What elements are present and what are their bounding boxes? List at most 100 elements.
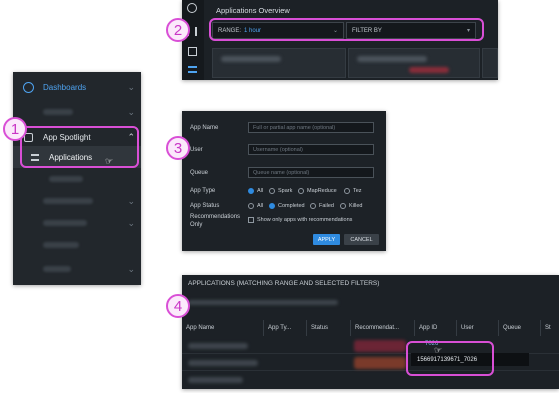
callout-4: 4 (166, 294, 190, 318)
column-header-app-id[interactable]: App ID (415, 320, 457, 336)
column-header-app-name[interactable]: App Name (182, 320, 264, 336)
app-name-input[interactable]: Full or partial app name (optional) (248, 122, 374, 133)
recommendations-label: Recommendations (190, 214, 241, 220)
blurred-subtitle (188, 300, 338, 305)
blurred-label (221, 56, 281, 62)
callout-2: 2 (166, 18, 190, 42)
option-label: MapReduce (307, 188, 337, 194)
column-label: Status (311, 325, 329, 331)
column-header-app-type[interactable]: App Ty... (264, 320, 307, 336)
chevron-down-icon: ⌄ (127, 106, 135, 117)
option-label: All (257, 188, 264, 194)
app-type-option-all[interactable]: All (248, 188, 263, 194)
app-name-label: App Name (190, 125, 219, 131)
sidebar-panel: Dashboards ⌄ ⌄ App Spotlight ⌃ Applicati… (13, 72, 141, 285)
page-title: Applications Overview (216, 6, 290, 15)
blurred-label (49, 176, 83, 182)
radio-icon (248, 203, 254, 209)
app-type-option-spark[interactable]: Spark (269, 188, 292, 194)
filter-panel: App Name Full or partial app name (optio… (182, 111, 386, 251)
column-header-status[interactable]: Status (307, 320, 351, 336)
recommendations-checkbox[interactable]: Show only apps with recommendations (248, 217, 352, 223)
blurred-cell (188, 377, 243, 383)
radio-selected-icon (248, 188, 254, 194)
column-header-start[interactable]: St (541, 320, 559, 336)
app-status-option-killed[interactable]: Killed (340, 203, 362, 209)
blurred-label (43, 242, 79, 248)
highlight-box (406, 341, 494, 376)
summary-tile (482, 48, 498, 78)
table-row[interactable]: 7026 (182, 338, 559, 354)
blurred-cell (188, 343, 248, 349)
app-type-option-mapreduce[interactable]: MapReduce (298, 188, 337, 194)
column-label: St (545, 325, 551, 331)
app-status-option-all[interactable]: All (248, 203, 263, 209)
blurred-label (43, 220, 87, 226)
option-label: Killed (349, 203, 363, 209)
column-header-user[interactable]: User (457, 320, 499, 336)
app-status-option-failed[interactable]: Failed (310, 203, 334, 209)
blurred-label (43, 109, 73, 115)
queue-label: Queue (190, 170, 209, 176)
sidebar-item-dashboards[interactable]: Dashboards ⌄ (13, 76, 141, 98)
radio-icon (340, 203, 346, 209)
apply-button[interactable]: APPLY (313, 234, 340, 245)
blurred-label (43, 198, 93, 204)
radio-icon (344, 188, 350, 194)
option-label: Completed (278, 203, 305, 209)
sidebar-item-blurred[interactable]: ⌄ (13, 190, 141, 212)
column-label: App ID (419, 325, 438, 331)
option-label: Failed (319, 203, 334, 209)
chevron-down-icon: ⌄ (127, 217, 135, 228)
blurred-label (43, 266, 71, 272)
table-row[interactable] (182, 372, 559, 388)
overview-sidebar-strip (182, 0, 204, 80)
recommendations-label-only: Only (190, 222, 203, 228)
column-label: Recommendat... (355, 325, 400, 331)
blurred-chart (409, 67, 449, 73)
cancel-button[interactable]: CANCEL (344, 234, 379, 245)
column-label: App Ty... (268, 325, 292, 331)
radio-icon (298, 188, 304, 194)
chevron-down-icon: ⌄ (127, 81, 135, 92)
highlight-box (209, 18, 484, 41)
column-label: Queue (503, 325, 522, 331)
radio-selected-icon (269, 203, 275, 209)
column-header-queue[interactable]: Queue (499, 320, 541, 336)
applications-panel: APPLICATIONS (MATCHING RANGE AND SELECTE… (182, 275, 559, 389)
sidebar-item-blurred[interactable]: ⌄ (13, 212, 141, 234)
chevron-down-icon: ⌄ (127, 263, 135, 274)
column-label: User (461, 325, 474, 331)
dashboard-icon (187, 3, 197, 13)
radio-icon (269, 188, 275, 194)
blurred-label (357, 56, 427, 62)
checkbox-icon (248, 217, 254, 223)
blurred-cell (188, 360, 258, 366)
app-status-label: App Status (190, 203, 220, 209)
option-label: All (257, 203, 264, 209)
stack-icon (188, 66, 197, 73)
callout-3: 3 (166, 136, 190, 160)
queue-input[interactable]: Queue name (optional) (248, 167, 374, 178)
highlight-box (20, 126, 139, 168)
app-icon (188, 47, 197, 56)
dashboard-icon (23, 81, 34, 93)
radio-icon (310, 203, 316, 209)
blurred-cell (354, 340, 406, 352)
user-label: User (190, 147, 203, 153)
user-input[interactable]: Username (optional) (248, 144, 374, 155)
app-status-option-completed[interactable]: Completed (269, 203, 305, 209)
column-header-recommendations[interactable]: Recommendat... (351, 320, 415, 336)
sidebar-item-blurred[interactable]: ⌄ (13, 258, 141, 280)
sidebar-item-blurred[interactable]: ⌄ (13, 101, 141, 123)
app-type-option-tez[interactable]: Tez (344, 188, 362, 194)
sidebar-item-blurred[interactable] (13, 234, 141, 256)
summary-tile (212, 48, 346, 78)
table-title: APPLICATIONS (MATCHING RANGE AND SELECTE… (188, 280, 380, 287)
column-label: App Name (186, 325, 215, 331)
app-type-label: App Type (190, 188, 216, 194)
sidebar-item-blurred[interactable] (13, 168, 141, 190)
summary-tile (348, 48, 480, 78)
callout-1: 1 (3, 117, 27, 141)
blurred-cell (354, 357, 406, 369)
